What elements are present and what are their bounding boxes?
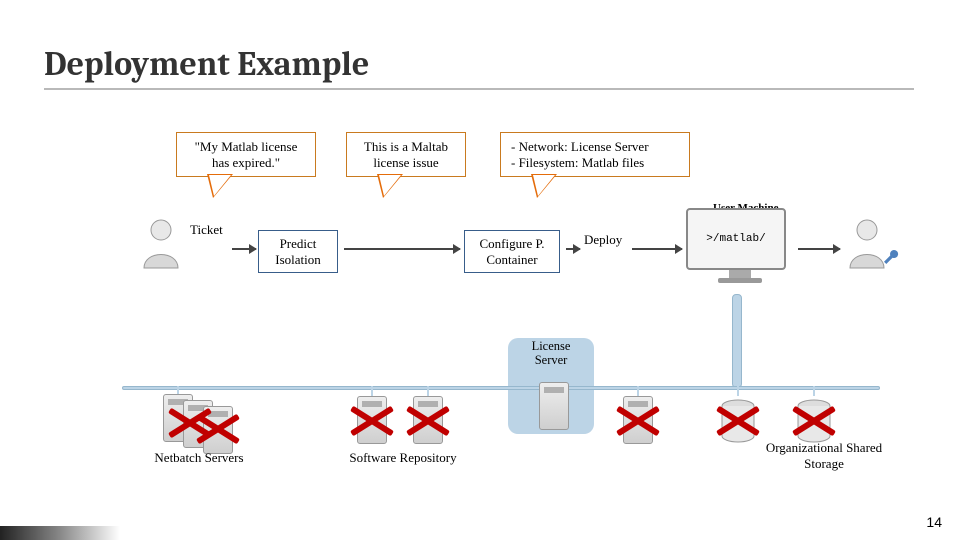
slide-number: 14 [926, 514, 942, 530]
user-machine-monitor-icon: >/matlab/ [686, 208, 794, 292]
monitor-base-icon [718, 278, 762, 283]
server-icon [408, 396, 448, 452]
license-server-label: License Server [514, 340, 588, 368]
arrow-icon [232, 248, 256, 250]
server-icon [618, 396, 658, 452]
monitor-screen: >/matlab/ [686, 208, 786, 270]
arrow-icon [798, 248, 840, 250]
monitor-stand-icon [729, 270, 751, 278]
software-repository-label: Software Repository [348, 450, 458, 466]
speech-tail-icon [377, 174, 403, 198]
storage-icon [718, 396, 758, 452]
ticket-label: Ticket [190, 222, 223, 238]
bubble-text: This is a Maltab license issue [364, 139, 448, 170]
server-icon [352, 396, 392, 452]
title-underline [44, 88, 914, 90]
speech-tail-icon [531, 174, 557, 198]
process-predict-isolation: Predict Isolation [258, 230, 338, 273]
bubble-line: - Filesystem: Matlab files [511, 155, 679, 171]
user-icon [138, 216, 184, 272]
bubble-text: "My Matlab license has expired." [195, 139, 298, 170]
deploy-label: Deploy [584, 232, 622, 248]
arrow-icon [344, 248, 460, 250]
license-server-icon [534, 382, 574, 438]
speech-tail-icon [207, 174, 233, 198]
netbatch-servers-label: Netbatch Servers [154, 450, 244, 466]
footer-decoration [0, 526, 120, 540]
speech-bubble-resources: - Network: License Server - Filesystem: … [500, 132, 690, 177]
slide-title: Deployment Example [44, 44, 369, 84]
arrow-icon [632, 248, 682, 250]
speech-bubble-user-complaint: "My Matlab license has expired." [176, 132, 316, 177]
wrench-icon [882, 248, 900, 266]
speech-bubble-diagnosis: This is a Maltab license issue [346, 132, 466, 177]
network-rail-icon [122, 386, 880, 390]
matlab-prompt-text: >/matlab/ [706, 233, 765, 245]
arrow-icon [566, 248, 580, 250]
network-pipe-icon [732, 294, 742, 388]
process-configure-container: Configure P. Container [464, 230, 560, 273]
bubble-line: - Network: License Server [511, 139, 679, 155]
org-shared-storage-label: Organizational Shared Storage [764, 440, 884, 471]
